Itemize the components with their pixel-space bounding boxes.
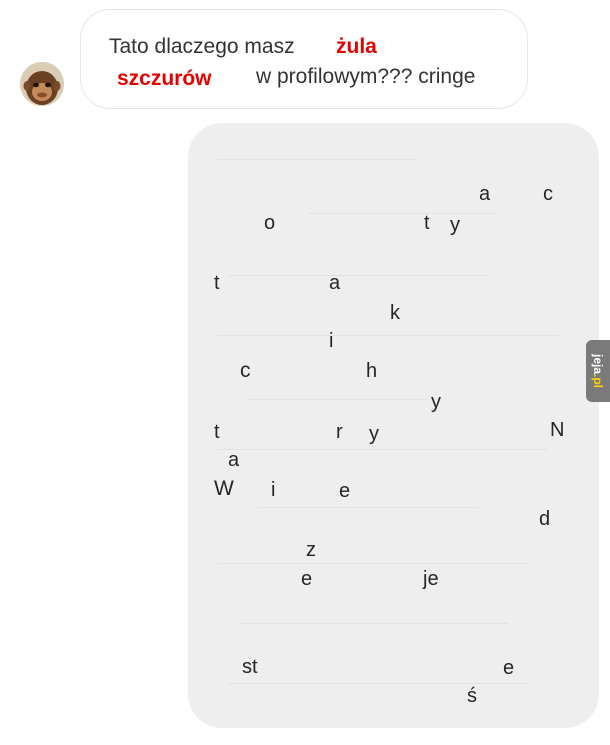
scattered-letter: o: [264, 212, 276, 234]
scattered-letter: i: [271, 479, 276, 501]
scattered-letter: e: [301, 568, 313, 590]
jeja-pl-watermark: jeja.pl: [586, 340, 610, 402]
erased-text-streak: [258, 507, 478, 508]
scattered-letter: e: [503, 657, 515, 679]
message-highlight-szczurow: szczurów: [117, 67, 212, 90]
watermark-text: jeja.pl: [591, 354, 605, 388]
scattered-letter: k: [390, 302, 400, 324]
scattered-letter: d: [539, 508, 551, 530]
scattered-letter: st: [242, 656, 258, 678]
scattered-letter: y: [450, 214, 460, 236]
watermark-text-accent: pl: [591, 377, 605, 389]
outgoing-message-bubble: a c o t y t a k i c h y t r y N a W i e …: [188, 123, 599, 728]
scattered-letter: a: [228, 449, 240, 471]
erased-text-streak: [228, 683, 528, 684]
scattered-letter: a: [329, 272, 341, 294]
scattered-letter: t: [214, 421, 220, 443]
scattered-letter: a: [479, 183, 491, 205]
erased-text-streak: [218, 335, 558, 336]
incoming-message-bubble: Tato dlaczego masz żula szczurów w profi…: [80, 9, 528, 109]
scattered-letter: i: [329, 330, 334, 352]
erased-text-streak: [218, 563, 528, 564]
scattered-letter: c: [543, 183, 553, 205]
scattered-letter: t: [214, 272, 220, 294]
scattered-letter: z: [306, 539, 316, 561]
sender-avatar[interactable]: [20, 62, 64, 106]
scattered-letter: je: [423, 568, 439, 590]
erased-text-streak: [308, 213, 498, 214]
scattered-letter: ś: [467, 685, 477, 707]
scattered-letter: r: [336, 421, 343, 443]
scattered-letter: h: [366, 360, 378, 382]
erased-text-streak: [218, 449, 548, 450]
message-highlight-zula: żula: [336, 35, 377, 58]
erased-text-streak: [238, 623, 508, 624]
scattered-letter: e: [339, 480, 351, 502]
scattered-letter: N: [550, 419, 565, 441]
erased-text-streak: [228, 275, 488, 276]
scattered-letter: W: [214, 477, 234, 500]
watermark-text-main: jeja: [591, 353, 605, 374]
message-text-line1: Tato dlaczego masz: [109, 35, 295, 58]
erased-text-streak: [248, 399, 428, 400]
scattered-letter: t: [424, 212, 430, 234]
message-text-line2: w profilowym??? cringe: [256, 65, 476, 88]
monkey-face-icon: [20, 62, 64, 106]
erased-text-streak: [218, 159, 418, 160]
scattered-letter: y: [431, 391, 441, 413]
scattered-letter: c: [240, 359, 251, 382]
scattered-letter: y: [369, 423, 379, 445]
